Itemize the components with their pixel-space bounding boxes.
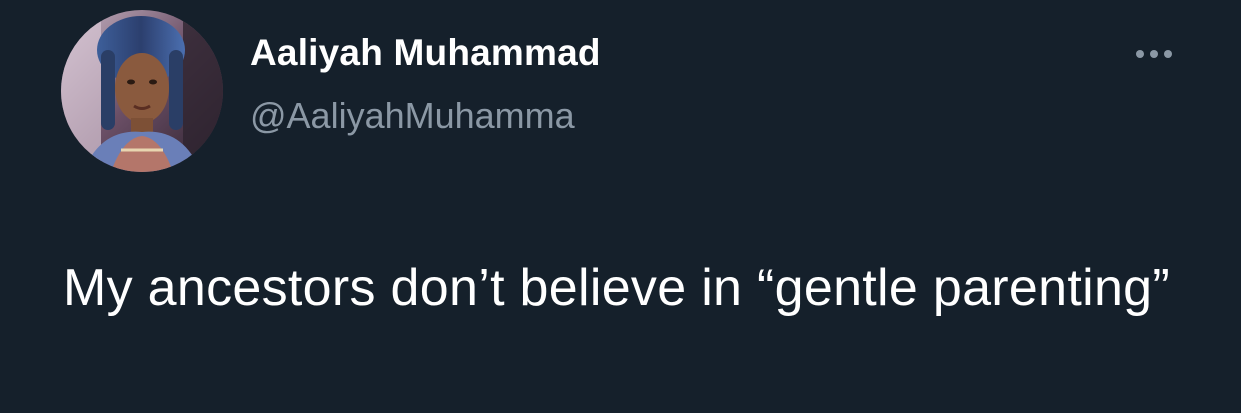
profile-photo	[61, 10, 223, 172]
avatar[interactable]	[61, 10, 223, 172]
author-handle[interactable]: @AaliyahMuhamma	[250, 95, 575, 137]
more-options-button[interactable]	[1124, 36, 1184, 72]
more-horizontal-icon	[1136, 50, 1144, 58]
more-horizontal-icon	[1150, 50, 1158, 58]
tweet-card: Aaliyah Muhammad @AaliyahMuhamma My ance…	[0, 0, 1241, 413]
author-display-name[interactable]: Aaliyah Muhammad	[250, 32, 601, 74]
tweet-text: My ancestors don’t believe in “gentle pa…	[63, 259, 1171, 317]
more-horizontal-icon	[1164, 50, 1172, 58]
